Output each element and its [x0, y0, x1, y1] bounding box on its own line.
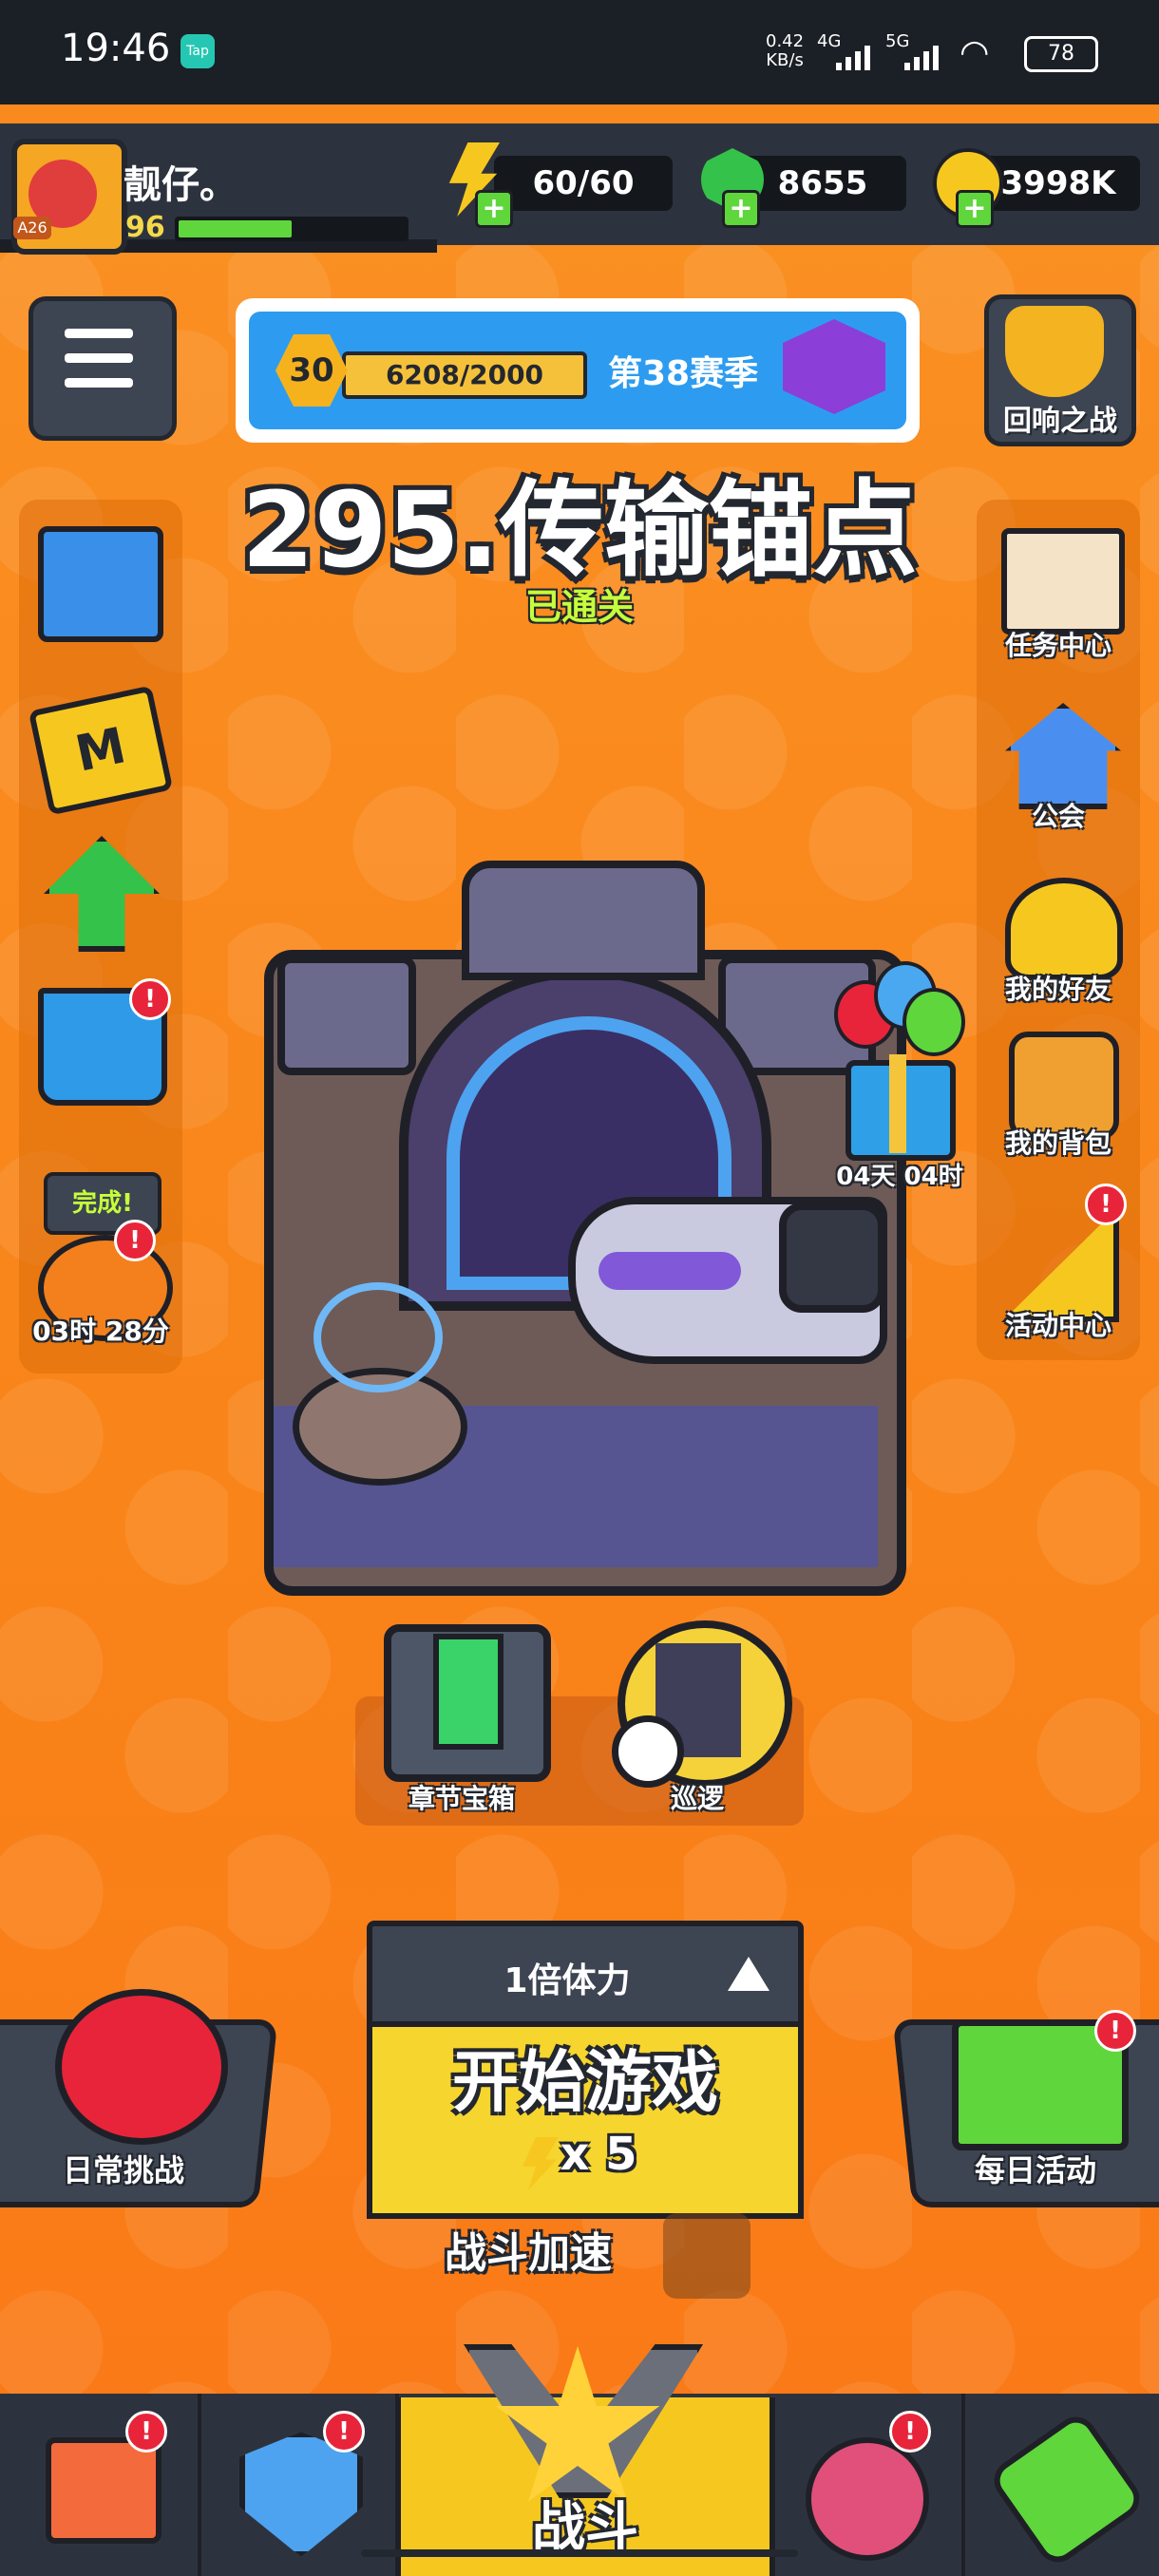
- spaceship-stripe: [598, 1252, 741, 1290]
- player-level: 96: [125, 211, 165, 244]
- menu-list-icon: [65, 329, 133, 388]
- alert-badge: !: [114, 1220, 156, 1261]
- alert-badge: !: [1085, 1184, 1127, 1225]
- season-label: 第38赛季: [608, 354, 759, 393]
- daily-challenge-label: 日常挑战: [62, 2152, 184, 2188]
- add-energy-button[interactable]: +: [475, 190, 513, 228]
- friends-icon[interactable]: [1005, 878, 1123, 980]
- alert-badge: !: [129, 978, 171, 1020]
- star-ball-icon: [806, 2437, 929, 2561]
- signal-icon: [836, 44, 870, 70]
- devil-mask-icon: [1005, 306, 1104, 397]
- player-xp-fill: [179, 220, 292, 237]
- task-center-label: 任务中心: [1004, 630, 1112, 661]
- chapter-chest-label: 章节宝箱: [408, 1783, 515, 1814]
- season-progress: 6208/2000: [342, 351, 587, 399]
- multiplier-label: 1倍体力: [504, 1961, 631, 2000]
- chest-screen-icon: [433, 1634, 504, 1750]
- add-gems-button[interactable]: +: [722, 190, 760, 228]
- spaceship-engine: [779, 1203, 885, 1313]
- gift-coins-icon[interactable]: [38, 526, 163, 642]
- battery-icon: 78: [1024, 36, 1098, 72]
- backpack-label: 我的背包: [1004, 1127, 1112, 1159]
- gem-counter: 8655: [739, 156, 906, 211]
- avatar-badge: A26: [13, 217, 51, 239]
- status-bar: 19:46 Tap 0.42 KB/s 4G 5G ◠ 78: [0, 0, 1159, 104]
- guild-label: 公会: [1031, 801, 1085, 832]
- clock-icon: [612, 1715, 684, 1788]
- net-speed-value: 0.42: [766, 31, 805, 51]
- home-indicator: [361, 2549, 798, 2557]
- alert-badge: !: [125, 2411, 167, 2453]
- net-speed-unit: KB/s: [766, 50, 804, 70]
- start-game-label: 开始游戏: [452, 2043, 718, 2121]
- tap-app-icon: Tap: [180, 34, 215, 68]
- scene-arch-top: [462, 861, 705, 980]
- start-cost: x 5: [560, 2128, 637, 2181]
- stamina-multiplier-selector[interactable]: 1倍体力: [367, 1921, 804, 2036]
- gift-timer: 04天 04时: [836, 1163, 963, 1191]
- status-time: 19:46: [61, 27, 171, 70]
- alert-badge: !: [323, 2411, 365, 2453]
- shop-stall-icon: [46, 2437, 162, 2544]
- scene-left-block: [277, 956, 416, 1075]
- echo-battle-label: 回响之战: [1003, 405, 1117, 438]
- boxing-glove-icon: [55, 1989, 228, 2145]
- atom-icon: [314, 1282, 443, 1392]
- daily-events-label: 每日活动: [974, 2152, 1096, 2188]
- alert-badge: !: [889, 2411, 931, 2453]
- patrol-label: 巡逻: [670, 1783, 724, 1814]
- triangle-up-icon: [728, 1957, 770, 1991]
- green-balloon-icon: [902, 988, 965, 1056]
- event-center-label: 活动中心: [1004, 1310, 1112, 1341]
- net-speed: 0.42 KB/s: [766, 32, 804, 70]
- add-coins-button[interactable]: +: [956, 190, 994, 228]
- wifi-icon: ◠: [960, 33, 990, 72]
- battle-speedup-checkbox[interactable]: [663, 2213, 750, 2299]
- player-name: 靓仔。: [124, 163, 238, 207]
- signal-icon-2: [904, 44, 939, 70]
- energy-counter: 60/60: [494, 156, 673, 211]
- task-scroll-icon[interactable]: [1001, 528, 1125, 635]
- battle-speedup-label: 战斗加速: [445, 2229, 612, 2278]
- friends-label: 我的好友: [1004, 974, 1112, 1005]
- alert-badge: !: [1094, 2010, 1136, 2052]
- pumpkin-timer: 03时 28分: [32, 1316, 169, 1347]
- gift-ribbon: [889, 1054, 906, 1153]
